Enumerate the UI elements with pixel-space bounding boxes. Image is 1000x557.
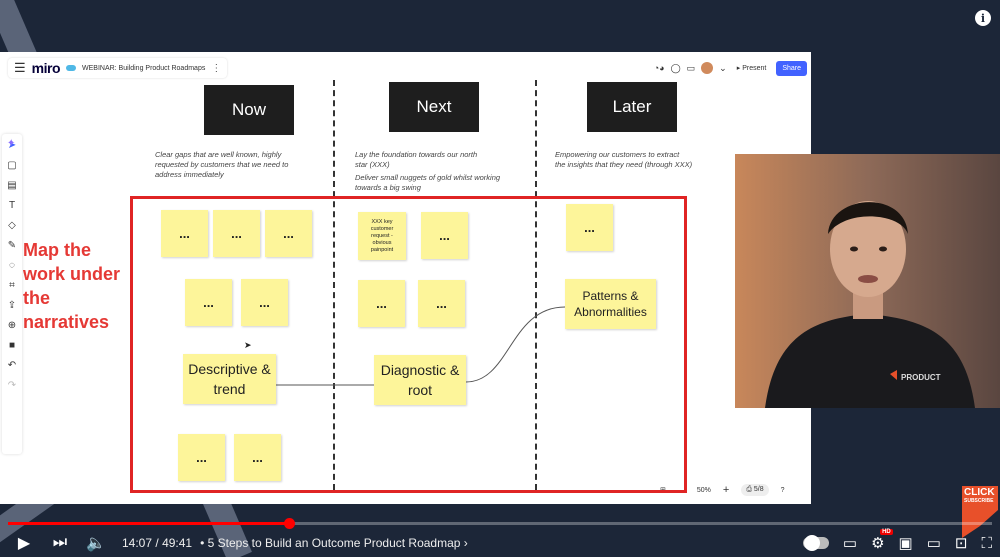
cast-icon[interactable]: ⊡ [955,534,968,552]
presenter-image: PRODUCT [735,154,1000,408]
next-icon[interactable]: ⏭ [48,534,72,552]
zoom-level: 50% [696,486,711,494]
fullscreen-icon[interactable]: ⛶ [981,535,992,552]
volume-icon[interactable]: 🔈 [84,533,108,553]
highlight-box [130,196,687,493]
shirt-logo-text: PRODUCT [901,373,941,382]
controls-row: ▶ ⏭ 🔈 14:07 / 49:41 • 5 Steps to Build a… [0,529,1000,555]
miniplayer-icon[interactable]: ▣ [899,534,913,552]
subscribe-subtext: SUBSCRIBE [964,498,994,504]
page-indicator[interactable]: ⎙ 5/8 [741,484,769,496]
scrubber-handle[interactable] [284,518,296,529]
autoplay-toggle[interactable] [802,535,829,551]
subscribe-text: CLICK [964,487,995,498]
play-icon[interactable]: ▶ [12,533,36,553]
theater-mode-icon[interactable]: ▭ [927,534,941,552]
controls-right: ▭ ⚙ HD ▣ ▭ ⊡ ⛶ [802,529,992,555]
annotation-text: Map the work under the narratives [23,240,121,332]
video-controls: ▶ ⏭ 🔈 14:07 / 49:41 • 5 Steps to Build a… [0,505,1000,557]
settings-icon[interactable]: ⚙ HD [871,529,893,552]
info-icon[interactable]: i [975,10,991,26]
help-icon[interactable]: ? [781,487,785,494]
time-display: 14:07 / 49:41 [122,536,193,550]
progress-played [8,522,290,525]
captions-icon[interactable]: ▭ [843,534,857,552]
page-number: 5/8 [753,486,764,493]
zoom-in-button[interactable]: + [723,484,729,496]
hd-badge: HD [880,529,893,535]
chapter-title[interactable]: • 5 Steps to Build an Outcome Product Ro… [200,536,468,550]
webcam-feed: PRODUCT [735,154,1000,408]
